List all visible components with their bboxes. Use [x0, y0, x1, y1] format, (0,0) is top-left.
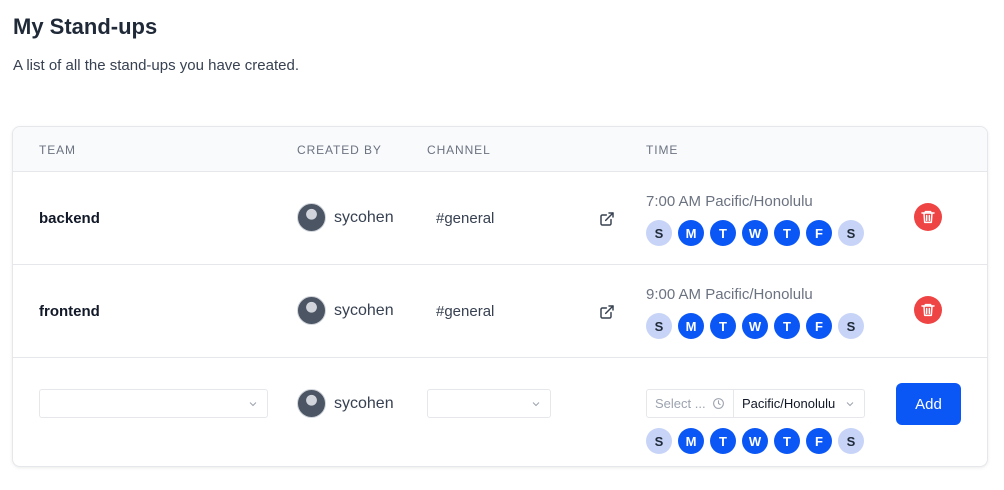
day-toggle[interactable]: S — [838, 220, 864, 246]
day-toggle[interactable]: T — [710, 220, 736, 246]
weekday-selector: SMTWTFS — [646, 313, 864, 339]
external-link-icon[interactable] — [599, 211, 615, 227]
creator-name: sycohen — [334, 394, 394, 412]
time-picker[interactable]: Select ... — [646, 389, 734, 418]
day-toggle[interactable]: S — [838, 428, 864, 454]
add-button[interactable]: Add — [896, 383, 961, 425]
day-toggle[interactable]: F — [806, 220, 832, 246]
avatar — [297, 203, 326, 232]
weekday-selector: SMTWTFS — [646, 220, 864, 246]
header-channel: CHANNEL — [427, 143, 491, 157]
table-header: TEAM CREATED BY CHANNEL TIME — [13, 127, 987, 172]
header-time: TIME — [646, 143, 679, 157]
table-row: frontend sycohen #general 9:00 AM Pacifi… — [13, 265, 987, 358]
table-row: backend sycohen #general 7:00 AM Pacific… — [13, 172, 987, 265]
chevron-down-icon — [846, 402, 854, 407]
weekday-selector: SMTWTFS — [646, 428, 864, 454]
day-toggle[interactable]: S — [646, 428, 672, 454]
channel-name: #general — [436, 303, 495, 320]
creator: sycohen — [297, 296, 394, 325]
day-toggle[interactable]: S — [646, 313, 672, 339]
team-select[interactable] — [39, 389, 268, 418]
team-name: frontend — [39, 303, 100, 320]
creator: sycohen — [297, 203, 394, 232]
standup-time: 7:00 AM Pacific/Honolulu — [646, 193, 813, 210]
creator: sycohen — [297, 389, 394, 418]
page-subtitle: A list of all the stand-ups you have cre… — [13, 57, 300, 74]
day-toggle[interactable]: M — [678, 313, 704, 339]
day-toggle[interactable]: M — [678, 428, 704, 454]
delete-button[interactable] — [914, 296, 942, 324]
day-toggle[interactable]: F — [806, 428, 832, 454]
day-toggle[interactable]: T — [774, 220, 800, 246]
day-toggle[interactable]: W — [742, 220, 768, 246]
new-standup-row: sycohen Select ... Pacific/Honolulu SMTW… — [13, 358, 987, 466]
external-link-icon[interactable] — [599, 304, 615, 320]
clock-icon — [713, 398, 724, 409]
day-toggle[interactable]: M — [678, 220, 704, 246]
avatar — [297, 389, 326, 418]
timezone-value: Pacific/Honolulu — [742, 396, 836, 411]
channel-select[interactable] — [427, 389, 551, 418]
trash-icon — [921, 303, 935, 317]
standup-time: 9:00 AM Pacific/Honolulu — [646, 286, 813, 303]
header-created-by: CREATED BY — [297, 143, 382, 157]
trash-icon — [921, 210, 935, 224]
day-toggle[interactable]: S — [838, 313, 864, 339]
creator-name: sycohen — [334, 301, 394, 319]
timezone-select[interactable]: Pacific/Honolulu — [733, 389, 865, 418]
day-toggle[interactable]: T — [710, 313, 736, 339]
team-name: backend — [39, 210, 100, 227]
header-team: TEAM — [39, 143, 76, 157]
page-title: My Stand-ups — [13, 14, 158, 39]
channel-name: #general — [436, 210, 495, 227]
day-toggle[interactable]: W — [742, 313, 768, 339]
chevron-down-icon — [249, 402, 257, 407]
day-toggle[interactable]: S — [646, 220, 672, 246]
delete-button[interactable] — [914, 203, 942, 231]
time-picker-placeholder: Select ... — [655, 396, 706, 411]
chevron-down-icon — [532, 402, 540, 407]
day-toggle[interactable]: T — [774, 313, 800, 339]
day-toggle[interactable]: F — [806, 313, 832, 339]
day-toggle[interactable]: T — [710, 428, 736, 454]
day-toggle[interactable]: W — [742, 428, 768, 454]
standups-table: TEAM CREATED BY CHANNEL TIME backend syc… — [12, 126, 988, 467]
creator-name: sycohen — [334, 208, 394, 226]
avatar — [297, 296, 326, 325]
day-toggle[interactable]: T — [774, 428, 800, 454]
